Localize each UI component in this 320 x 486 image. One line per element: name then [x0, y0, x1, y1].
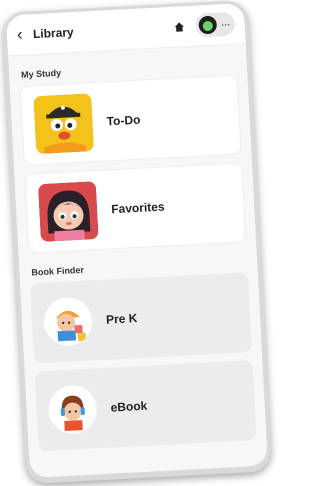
phone-frame: ‹ Library ··· My Study To-Do Favorites B…	[1, 0, 273, 485]
top-bar: ‹ Library ···	[5, 3, 246, 57]
pre-k-thumbnail	[42, 296, 94, 347]
todo-card[interactable]: To-Do	[19, 74, 242, 166]
avatar	[198, 15, 218, 35]
profile-menu-button[interactable]: ···	[195, 11, 236, 38]
pre-k-label: Pre K	[105, 311, 138, 327]
more-icon: ···	[220, 16, 231, 32]
app-screen: ‹ Library ··· My Study To-Do Favorites B…	[5, 3, 268, 478]
favorites-card[interactable]: Favorites	[24, 162, 247, 254]
page-title: Library	[32, 25, 74, 42]
todo-label: To-Do	[106, 112, 141, 129]
ebook-card[interactable]: eBook	[34, 360, 257, 452]
ebook-thumbnail	[47, 384, 98, 435]
home-icon[interactable]	[169, 17, 188, 36]
chevron-left-icon[interactable]: ‹	[16, 24, 33, 45]
todo-thumbnail	[33, 93, 95, 155]
pre-k-card[interactable]: Pre K	[30, 272, 252, 364]
favorites-label: Favorites	[110, 199, 165, 217]
favorites-thumbnail	[37, 181, 99, 243]
ebook-label: eBook	[110, 398, 148, 415]
